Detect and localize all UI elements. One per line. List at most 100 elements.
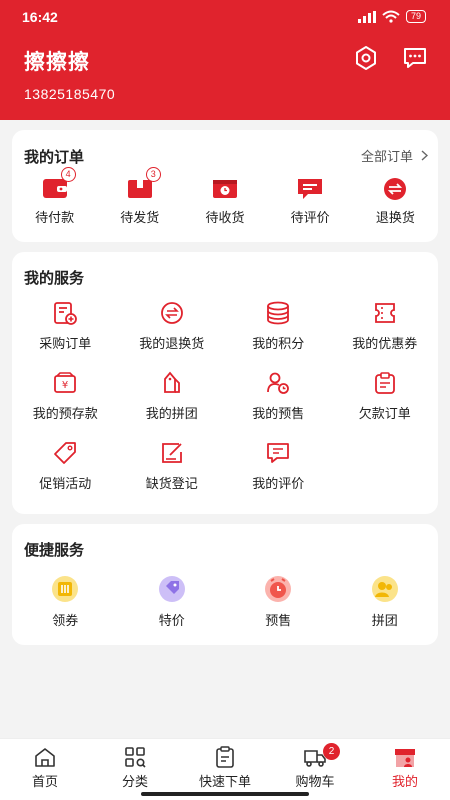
- quick-presale[interactable]: 预售: [225, 574, 332, 629]
- quick-label: 特价: [158, 613, 185, 628]
- signal-icon: [357, 10, 376, 23]
- quick-label: 拼团: [371, 613, 398, 628]
- review-icon: [267, 443, 290, 463]
- quick-order-icon: [216, 746, 234, 768]
- tab-category[interactable]: 分类: [90, 739, 180, 800]
- tab-cart[interactable]: 2 购物车: [270, 739, 360, 800]
- service-label: 我的积分: [252, 336, 305, 351]
- group-buy-icon: [163, 371, 180, 393]
- service-coupons[interactable]: 我的优惠券: [332, 300, 439, 370]
- points-icon: [267, 301, 290, 325]
- tab-label: 我的: [391, 774, 418, 789]
- tab-profile[interactable]: 我的: [360, 739, 450, 800]
- profile-icon: [395, 749, 415, 767]
- purchase-order-icon: [54, 302, 78, 325]
- service-returns[interactable]: 我的退换货: [119, 300, 226, 370]
- service-purchase-order[interactable]: 采购订单: [12, 300, 119, 370]
- order-return-exchange[interactable]: 退换货: [353, 175, 438, 226]
- tab-label: 分类: [121, 774, 148, 789]
- bottom-tab-bar: 首页 分类 快速下单 2 购物车 我的: [0, 738, 450, 800]
- service-label: 我的拼团: [145, 406, 198, 421]
- service-label: 我的预售: [252, 406, 305, 421]
- service-label: 我的优惠券: [352, 336, 418, 351]
- quick-group[interactable]: 拼团: [332, 574, 439, 629]
- battery-icon: 79: [405, 10, 426, 23]
- order-label: 待收货: [205, 210, 245, 225]
- user-phone: 13825185470: [24, 86, 116, 102]
- profile-header: 16:42 79 擦擦擦 13825185470: [0, 0, 450, 120]
- tab-quick-order[interactable]: 快速下单: [180, 739, 270, 800]
- service-label: 缺货登记: [145, 476, 198, 491]
- home-indicator: [141, 792, 309, 796]
- service-debt-order[interactable]: 欠款订单: [332, 370, 439, 440]
- special-price-icon: [158, 576, 185, 602]
- order-badge: 4: [60, 167, 76, 182]
- service-stockout[interactable]: 缺货登记: [119, 440, 226, 510]
- wifi-icon: [382, 10, 400, 23]
- order-pending-receipt[interactable]: 待收货: [182, 175, 267, 226]
- service-deposit[interactable]: ¥ 我的预存款: [12, 370, 119, 440]
- quick-label: 领券: [52, 613, 79, 628]
- quick-services-card: 便捷服务 领券 特价 预售 拼团: [12, 524, 438, 645]
- service-points[interactable]: 我的积分: [225, 300, 332, 370]
- service-label: 我的预存款: [32, 406, 98, 421]
- tab-label: 快速下单: [198, 774, 251, 789]
- order-pending-payment[interactable]: 4 待付款: [12, 167, 97, 226]
- presale-clock-icon: [265, 576, 292, 602]
- return-icon: [160, 302, 183, 324]
- orders-card: 我的订单 全部订单 4 待付款 3 待发货 待收货 待评价 退换货: [12, 130, 438, 242]
- services-grid: 采购订单 我的退换货 我的积分 我的优惠券 ¥ 我的预存款 我的拼团 我的预售: [12, 300, 438, 510]
- tab-home[interactable]: 首页: [0, 739, 90, 800]
- status-bar: 16:42 79: [0, 0, 450, 36]
- coupon-claim-icon: [52, 576, 79, 602]
- service-reviews[interactable]: 我的评价: [225, 440, 332, 510]
- order-badge: 3: [145, 167, 161, 182]
- order-label: 待发货: [120, 210, 160, 225]
- service-group-buy[interactable]: 我的拼团: [119, 370, 226, 440]
- comment-icon: [298, 179, 323, 199]
- order-pending-shipment[interactable]: 3 待发货: [97, 167, 182, 226]
- tab-label: 购物车: [295, 774, 335, 789]
- service-label: 促销活动: [39, 476, 92, 491]
- orders-title: 我的订单: [24, 149, 85, 166]
- group-icon: [371, 576, 398, 602]
- quick-services-row: 领券 特价 预售 拼团: [12, 574, 438, 629]
- service-promotion[interactable]: 促销活动: [12, 440, 119, 510]
- message-icon[interactable]: [401, 44, 429, 72]
- promotion-icon: [54, 442, 77, 464]
- deposit-icon: ¥: [54, 372, 77, 393]
- quick-label: 预售: [265, 613, 292, 628]
- home-icon: [35, 748, 55, 767]
- category-icon: [125, 747, 146, 768]
- all-orders-label: 全部订单: [360, 149, 413, 164]
- quick-coupon[interactable]: 领券: [12, 574, 119, 629]
- quick-special-price[interactable]: 特价: [119, 574, 226, 629]
- all-orders-link[interactable]: 全部订单: [361, 146, 428, 165]
- service-presale[interactable]: 我的预售: [225, 370, 332, 440]
- service-label: 采购订单: [39, 336, 92, 351]
- service-label: 我的评价: [252, 476, 305, 491]
- order-label: 待付款: [35, 210, 75, 225]
- order-label: 退换货: [375, 210, 415, 225]
- order-pending-review[interactable]: 待评价: [268, 175, 353, 226]
- quick-title: 便捷服务: [24, 542, 85, 559]
- services-title: 我的服务: [24, 270, 85, 287]
- presale-icon: [267, 372, 290, 394]
- chevron-right-icon: [421, 150, 428, 161]
- service-label: 欠款订单: [358, 406, 411, 421]
- coupon-icon: [374, 303, 395, 323]
- debt-order-icon: [374, 372, 395, 394]
- svg-text:¥: ¥: [62, 380, 68, 391]
- cart-count-badge: 2: [323, 743, 340, 760]
- status-time: 16:42: [22, 9, 58, 25]
- user-name[interactable]: 擦擦擦: [24, 46, 90, 76]
- service-label: 我的退换货: [139, 336, 205, 351]
- stockout-icon: [161, 443, 182, 463]
- order-label: 待评价: [290, 210, 330, 225]
- status-icons: 79: [357, 10, 426, 23]
- tab-label: 首页: [31, 774, 58, 789]
- settings-gear-icon[interactable]: [352, 44, 380, 72]
- exchange-icon: [384, 178, 407, 200]
- order-status-row: 4 待付款 3 待发货 待收货 待评价 退换货: [12, 167, 438, 226]
- services-card: 我的服务 采购订单 我的退换货 我的积分 我的优惠券 ¥ 我的预存款 我的拼团 …: [12, 252, 438, 514]
